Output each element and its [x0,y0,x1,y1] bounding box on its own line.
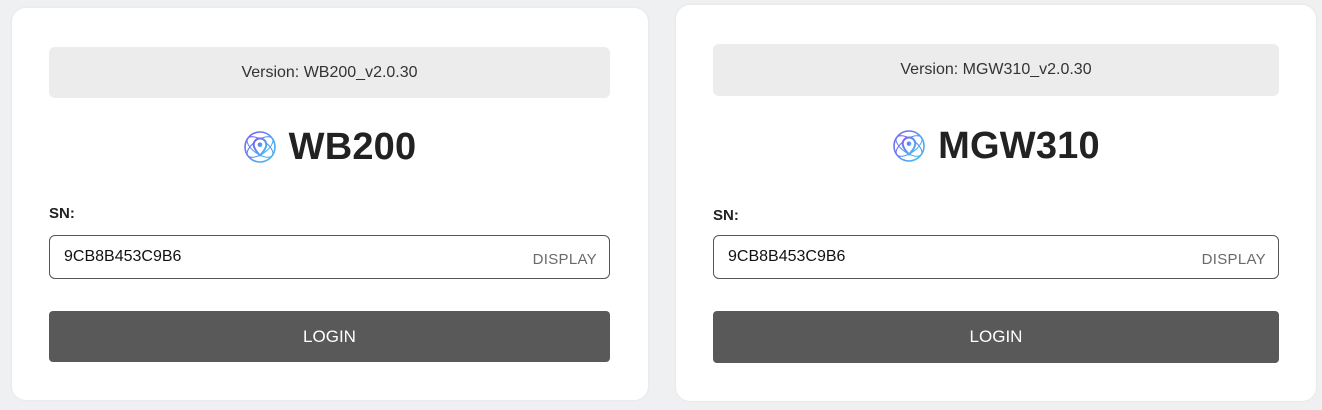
login-card-mgw310: Version: MGW310_v2.0.30 MGW310 SN: 9CB8B… [676,5,1316,401]
version-text: Version: WB200_v2.0.30 [241,63,418,81]
brand-name: WB200 [288,125,417,168]
version-text: Version: MGW310_v2.0.30 [900,61,1092,78]
login-screens-stage: Version: WB200_v2.0.30 WB200 SN: 9CB8B45… [0,0,1322,410]
display-toggle-button[interactable]: DISPLAY [533,251,597,268]
login-button-label: LOGIN [969,327,1023,346]
display-toggle-button[interactable]: DISPLAY [1202,251,1266,268]
version-banner: Version: MGW310_v2.0.30 [713,44,1279,96]
brand-header: WB200 [49,120,610,174]
login-button-label: LOGIN [303,326,356,346]
location-pin-network-icon [243,130,277,164]
login-button[interactable]: LOGIN [713,311,1279,363]
version-banner: Version: WB200_v2.0.30 [49,47,610,98]
brand-header: MGW310 [713,119,1279,173]
sn-label: SN: [713,207,739,224]
login-button[interactable]: LOGIN [49,311,610,362]
sn-field[interactable]: 9CB8B453C9B6 DISPLAY [49,235,610,279]
sn-label: SN: [49,205,75,222]
sn-value[interactable]: 9CB8B453C9B6 [64,248,181,266]
location-pin-network-icon [892,129,926,163]
login-card-wb200: Version: WB200_v2.0.30 WB200 SN: 9CB8B45… [12,8,648,400]
sn-value[interactable]: 9CB8B453C9B6 [728,248,845,266]
brand-name: MGW310 [938,124,1100,167]
sn-field[interactable]: 9CB8B453C9B6 DISPLAY [713,235,1279,279]
